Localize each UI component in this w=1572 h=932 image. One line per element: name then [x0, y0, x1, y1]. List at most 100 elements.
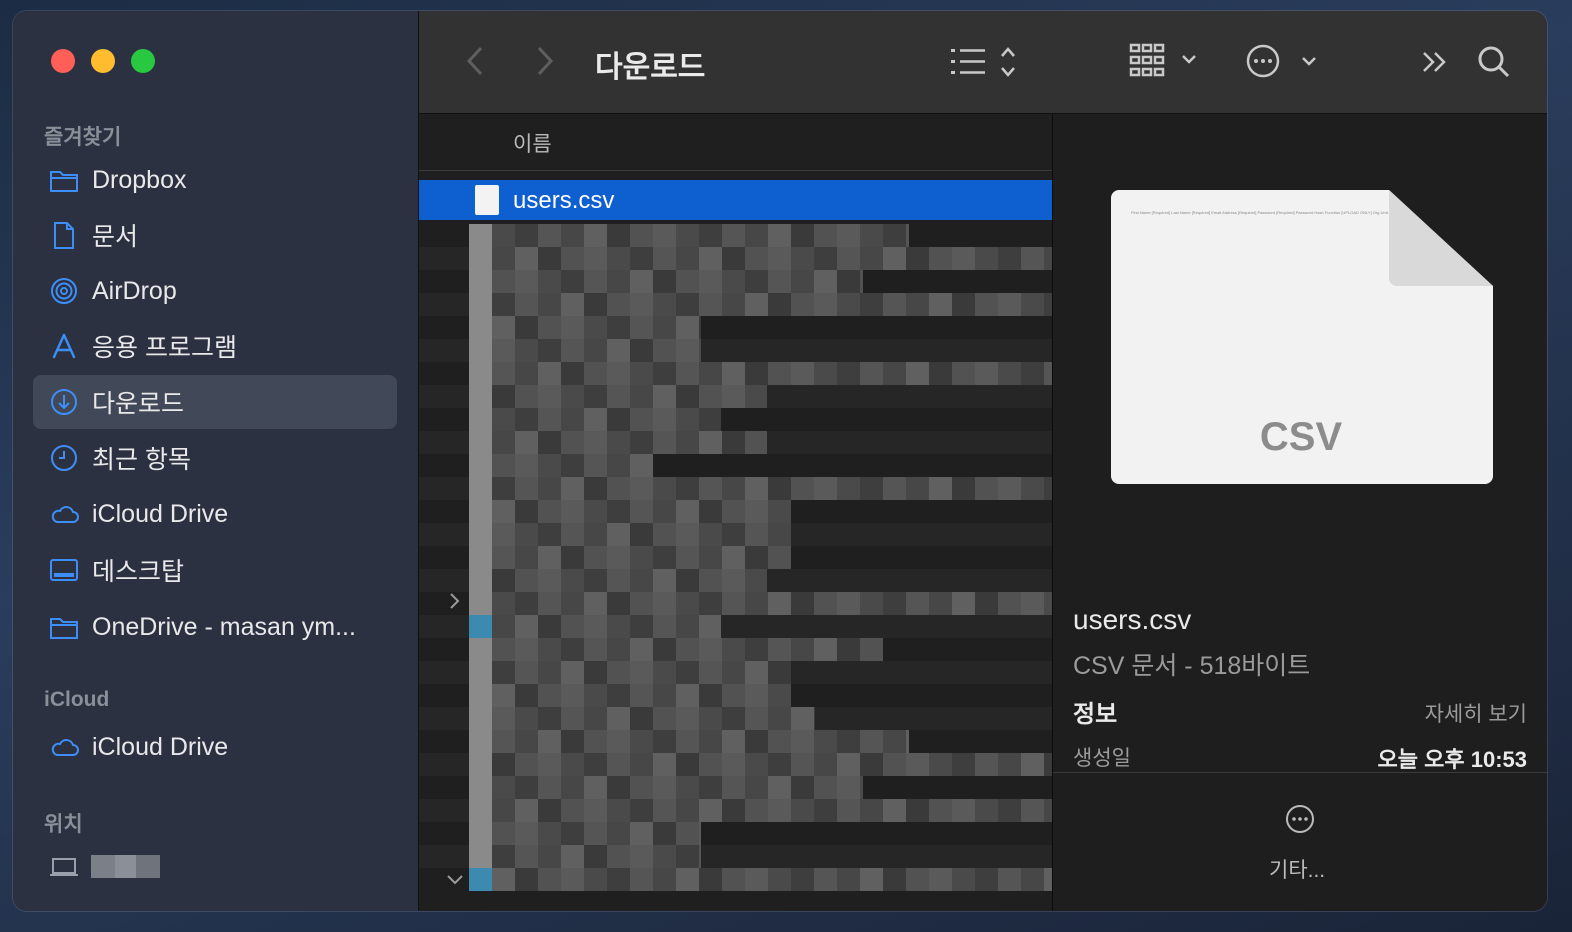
csv-document-icon: CSV First Name [Required] Last Name [Req…: [1111, 190, 1493, 484]
redacted-cell: [607, 868, 630, 891]
redacted-file-row[interactable]: [419, 799, 1109, 822]
column-header: 이름: [419, 114, 1052, 171]
redacted-cell: [791, 224, 814, 247]
file-row-selected[interactable]: users.csv: [419, 180, 1052, 220]
list-view-icon[interactable]: [949, 45, 1021, 79]
sidebar-item-airdrop[interactable]: AirDrop: [33, 264, 397, 318]
redacted-cell: [791, 730, 814, 753]
redacted-cell: [998, 293, 1021, 316]
more-icon[interactable]: [1285, 804, 1315, 834]
show-more-link[interactable]: 자세히 보기: [1425, 698, 1527, 728]
sidebar-item-recents[interactable]: 최근 항목: [33, 431, 397, 485]
redacted-cell: [515, 477, 538, 500]
redacted-file-row[interactable]: [419, 523, 1052, 546]
redacted-cell: [561, 845, 584, 868]
redacted-cell: [469, 408, 492, 431]
redacted-cell: [722, 868, 745, 891]
redacted-cell: [469, 500, 492, 523]
redacted-file-row[interactable]: [419, 684, 1052, 707]
redacted-cell: [699, 224, 722, 247]
column-name-header[interactable]: 이름: [513, 128, 552, 158]
more-button-label[interactable]: 기타...: [1269, 854, 1325, 884]
redacted-file-row[interactable]: [419, 592, 1109, 615]
redacted-file-row[interactable]: [419, 546, 1052, 569]
redacted-file-row[interactable]: [419, 339, 1052, 362]
redacted-cell: [469, 615, 492, 638]
redacted-file-row[interactable]: [419, 454, 1052, 477]
redacted-cell: [699, 661, 722, 684]
redacted-file-row[interactable]: [419, 247, 1109, 270]
redacted-cell: [561, 615, 584, 638]
redacted-cell: [699, 339, 701, 362]
redacted-file-row[interactable]: [419, 316, 1052, 339]
sidebar-item-computer[interactable]: [33, 840, 397, 894]
redacted-file-row[interactable]: [419, 569, 1052, 592]
redacted-file-row[interactable]: [419, 362, 1109, 385]
redacted-file-row[interactable]: [419, 615, 1052, 638]
redacted-file-row[interactable]: [419, 822, 1052, 845]
window-controls: [51, 49, 155, 73]
redacted-cell: [722, 569, 745, 592]
minimize-button[interactable]: [91, 49, 115, 73]
zoom-button[interactable]: [131, 49, 155, 73]
sidebar-item-applications[interactable]: 응용 프로그램: [33, 319, 397, 373]
disclosure-chevron-down-icon[interactable]: [445, 872, 465, 888]
sidebar-item-documents[interactable]: 문서: [33, 208, 397, 262]
redacted-file-row[interactable]: [419, 730, 1052, 753]
sidebar-item-downloads[interactable]: 다운로드: [33, 375, 397, 429]
file-list: 이름 users.csv: [419, 114, 1109, 911]
sidebar-item-dropbox[interactable]: Dropbox: [33, 153, 397, 207]
redacted-file-row[interactable]: [419, 638, 1052, 661]
redacted-cell: [814, 638, 837, 661]
redacted-cell: [630, 431, 653, 454]
redacted-file-row[interactable]: [419, 408, 1052, 431]
redacted-cell: [745, 684, 768, 707]
redacted-file-row[interactable]: [419, 224, 1052, 247]
redacted-cell: [1021, 477, 1044, 500]
redacted-file-row[interactable]: [419, 293, 1109, 316]
redacted-cell: [561, 523, 584, 546]
forward-chevron-icon[interactable]: [533, 45, 557, 77]
redacted-cell: [1021, 247, 1044, 270]
redacted-cell: [722, 707, 745, 730]
search-icon[interactable]: [1477, 45, 1511, 79]
redacted-cell: [883, 799, 906, 822]
redacted-file-row[interactable]: [419, 707, 1052, 730]
redacted-file-row[interactable]: [419, 431, 1052, 454]
redacted-cell: [653, 615, 676, 638]
redacted-cell: [929, 799, 952, 822]
redacted-cell: [492, 730, 515, 753]
redacted-file-row[interactable]: [419, 270, 1052, 293]
more-actions-icon[interactable]: [1245, 43, 1321, 79]
redacted-cell: [469, 799, 492, 822]
redacted-cell: [515, 316, 538, 339]
sidebar-item-icloud-drive-2[interactable]: iCloud Drive: [33, 720, 397, 774]
sidebar-item-desktop[interactable]: 데스크탑: [33, 543, 397, 597]
redacted-cell: [791, 477, 814, 500]
redacted-file-row[interactable]: [419, 500, 1052, 523]
redacted-cell: [515, 638, 538, 661]
redacted-file-row[interactable]: [419, 661, 1052, 684]
redacted-file-row[interactable]: [419, 776, 1052, 799]
redacted-cell: [676, 408, 699, 431]
sidebar-item-icloud-drive[interactable]: iCloud Drive: [33, 487, 397, 541]
back-chevron-icon[interactable]: [463, 45, 487, 77]
redacted-cell: [492, 316, 515, 339]
redacted-cell: [515, 339, 538, 362]
sidebar-item-onedrive[interactable]: OneDrive - masan ym...: [33, 600, 397, 654]
redacted-file-row[interactable]: [419, 385, 1052, 408]
toolbar-overflow-icon[interactable]: [1421, 49, 1451, 75]
gallery-view-icon[interactable]: [1129, 41, 1203, 81]
close-button[interactable]: [51, 49, 75, 73]
disclosure-chevron-right-icon[interactable]: [447, 591, 463, 611]
redacted-cell: [860, 730, 883, 753]
redacted-file-row[interactable]: [419, 753, 1109, 776]
redacted-file-row[interactable]: [419, 477, 1109, 500]
redacted-cell: [492, 546, 515, 569]
redacted-file-row[interactable]: [419, 845, 1052, 868]
sidebar-item-label: 문서: [92, 223, 139, 251]
redacted-cell: [837, 868, 860, 891]
redacted-file-row[interactable]: [419, 868, 1109, 891]
redacted-cell: [607, 776, 630, 799]
redacted-cell: [699, 362, 722, 385]
